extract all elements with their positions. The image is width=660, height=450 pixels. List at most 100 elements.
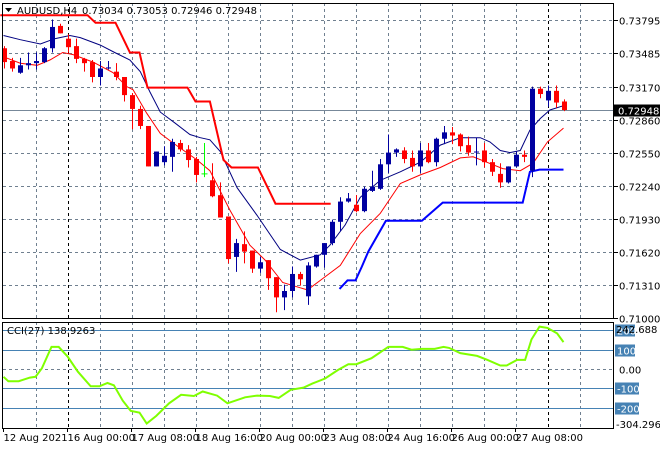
candle-bear (490, 158, 495, 177)
ma-blue-line (3, 34, 564, 261)
candle-bull (546, 85, 551, 107)
candle-bear (210, 163, 215, 198)
price-label: 0.72240 (619, 183, 660, 194)
candle-body (474, 151, 479, 153)
candle-bear (242, 231, 247, 264)
candle-body (450, 132, 455, 136)
candle-body (162, 155, 167, 163)
candle-body (66, 38, 71, 48)
current-price-label: 0.72948 (618, 107, 659, 118)
candle-body (338, 201, 343, 222)
candle-body (482, 150, 487, 163)
price-label: 0.71620 (619, 249, 660, 260)
candle-bull (346, 193, 351, 203)
candle-bull (506, 166, 511, 184)
time-label: 20 Aug 00:00 (260, 433, 327, 444)
price-label: 0.73795 (619, 17, 660, 28)
candle-bear (522, 150, 527, 163)
candle-bear (402, 147, 407, 164)
candle-bear (538, 86, 543, 99)
candle-body (466, 145, 471, 153)
candle-body (562, 101, 567, 111)
cci-panel-border (2, 322, 614, 429)
candle-body (18, 65, 23, 73)
candle-bear (562, 99, 567, 112)
candle-body (298, 273, 303, 280)
candle-body (306, 265, 311, 297)
time-label: 17 Aug 08:00 (132, 433, 199, 444)
candle-bull (42, 47, 47, 64)
candle-bull (330, 219, 335, 246)
candles (2, 19, 567, 313)
candle-bear (226, 216, 231, 264)
candle-body (506, 166, 511, 183)
candle-body (370, 186, 375, 191)
candle-body (106, 67, 111, 69)
candle-bull (338, 197, 343, 232)
candle-bull (282, 284, 287, 311)
candle-body (330, 221, 335, 244)
candle-bear (482, 143, 487, 168)
candle-body (114, 71, 119, 77)
candle-bear (410, 150, 415, 172)
candle-body (522, 154, 527, 157)
candle-body (442, 132, 447, 139)
candle-body (210, 180, 215, 197)
cci-zero-label: 0.00 (619, 366, 641, 377)
candle-bear (466, 136, 471, 156)
candle-body (410, 157, 415, 167)
time-label: 27 Aug 08:00 (516, 433, 583, 444)
candle-body (186, 149, 191, 161)
candle-body (234, 243, 239, 257)
candle-body (282, 290, 287, 298)
candle-body (122, 76, 127, 96)
price-label: 0.72550 (619, 150, 660, 161)
candle-bull (474, 137, 479, 166)
price-label: 0.71000 (619, 315, 660, 326)
time-label: 23 Aug 08:00 (324, 433, 391, 444)
candle-body (418, 150, 423, 167)
candle-bear (74, 38, 79, 64)
candle-bear (138, 105, 143, 130)
candle-bull (314, 254, 319, 268)
candle-body (170, 141, 175, 157)
candle-body (458, 134, 463, 147)
candle-body (42, 48, 47, 63)
cci-panel[interactable] (2, 322, 614, 428)
candle-body (362, 188, 367, 212)
price-label: 0.71930 (619, 216, 660, 227)
cci-level-label: 100 (617, 347, 636, 358)
candle-bull (306, 262, 311, 305)
chart-window[interactable]: 12 Aug 2021 16 Aug 00:0017 Aug 08:0018 Au… (0, 0, 660, 450)
cci-title: CCI(27) 138.9263 (7, 326, 95, 337)
candle-body (10, 61, 15, 69)
candle-body (426, 150, 431, 163)
symbol-label: AUDUSD,H4 (17, 6, 77, 17)
time-label: 24 Aug 16:00 (388, 433, 455, 444)
time-label: 26 Aug 00:00 (452, 433, 519, 444)
candle-bull (26, 52, 31, 70)
candle-bull (386, 134, 391, 173)
candle-bull (258, 256, 263, 273)
candle-body (322, 243, 327, 255)
candle-bull (434, 137, 439, 167)
candle-body (82, 58, 87, 64)
candle-bull (442, 125, 447, 145)
candle-body (34, 61, 39, 64)
candle-body (346, 198, 351, 202)
candle-body (394, 149, 399, 153)
candle-bear (186, 145, 191, 168)
triangle-down-icon[interactable] (5, 8, 12, 12)
candle-body (514, 154, 519, 167)
candle-bear (90, 59, 95, 83)
price-label: 0.73170 (619, 84, 660, 95)
candle-bear (194, 156, 199, 183)
candle-body (90, 62, 95, 77)
candle-body (130, 95, 135, 109)
candle-body (354, 204, 359, 212)
candle-bear (130, 92, 135, 130)
ma-red-line (3, 51, 564, 291)
candle-body (498, 173, 503, 183)
candle-body (194, 158, 199, 175)
candle-bear (146, 125, 151, 167)
